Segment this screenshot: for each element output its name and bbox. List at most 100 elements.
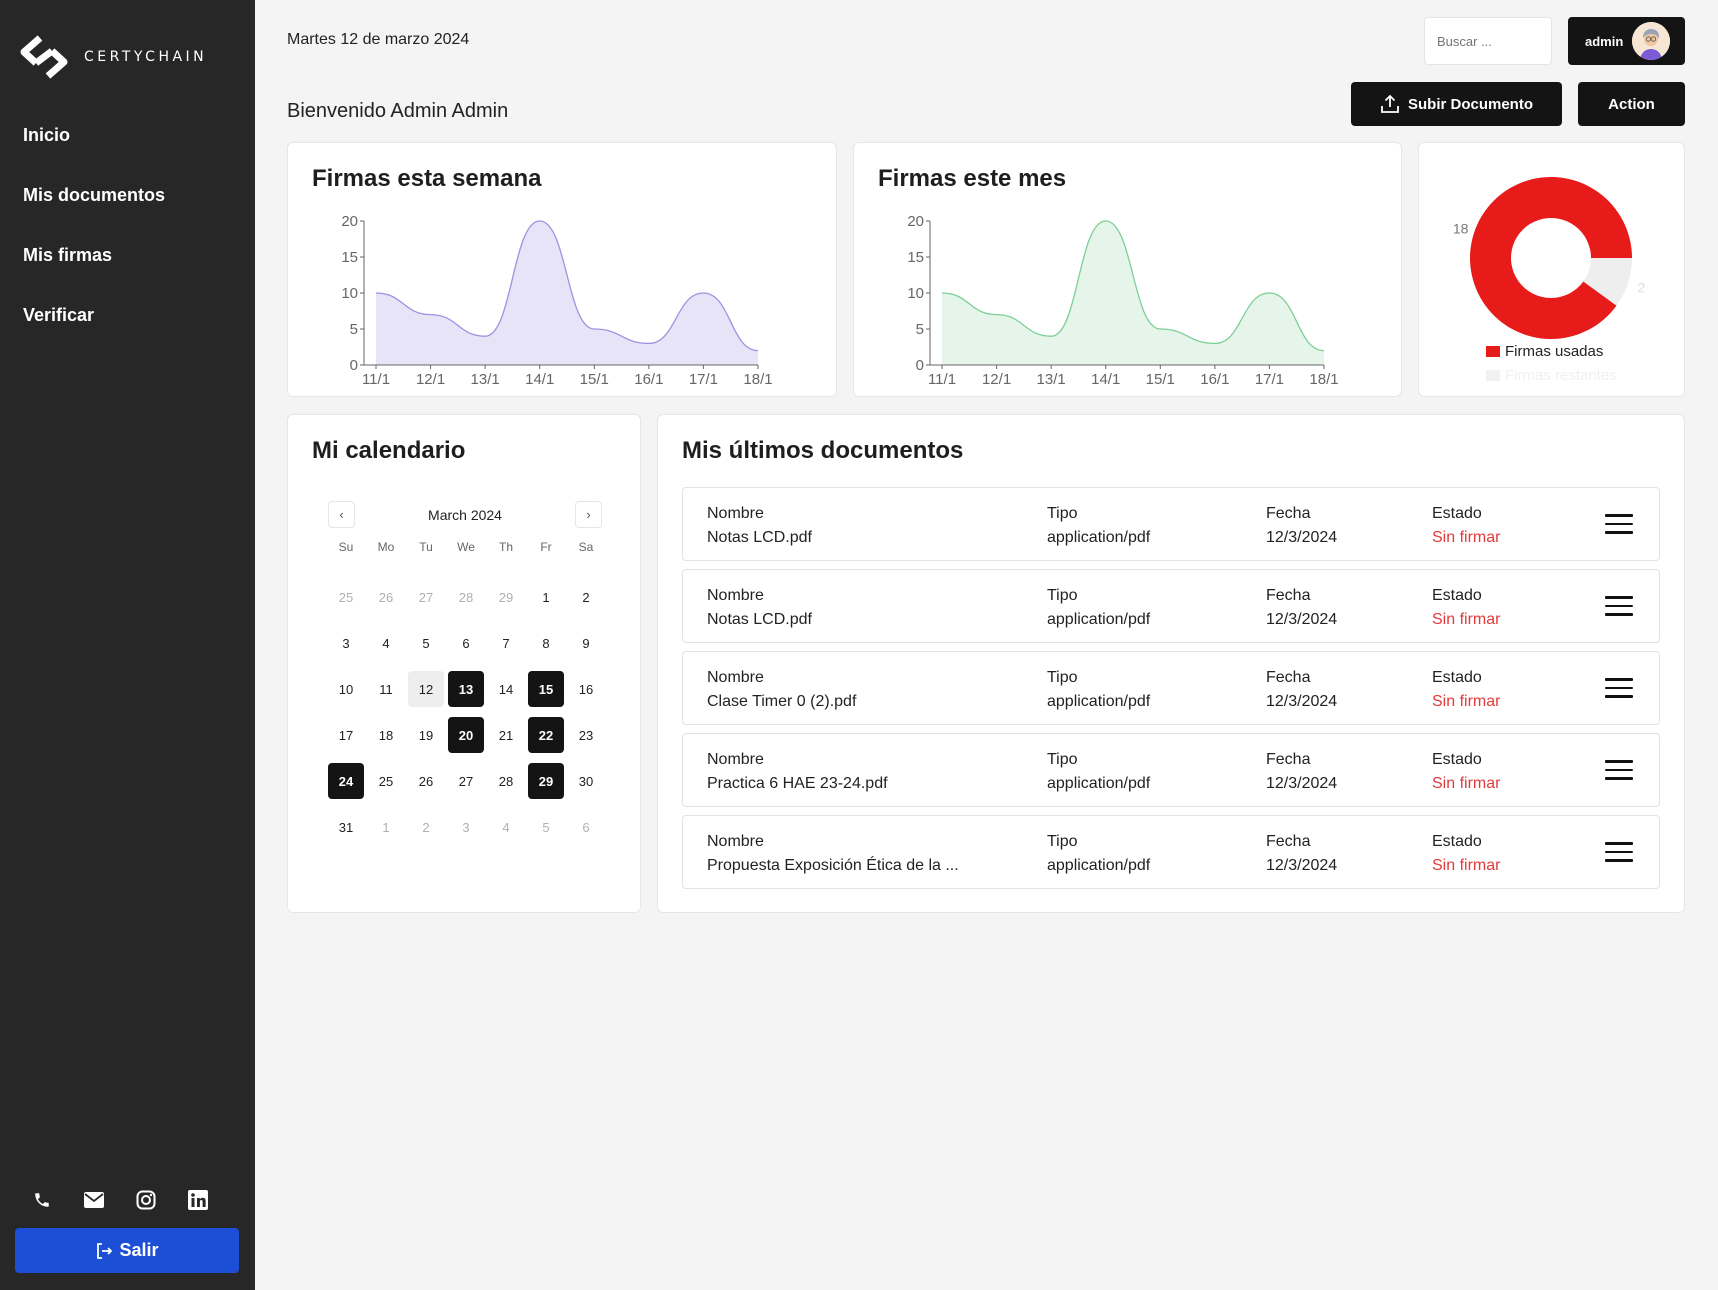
- calendar-day[interactable]: 2: [568, 579, 604, 615]
- calendar-day[interactable]: 1: [368, 809, 404, 845]
- calendar-day[interactable]: 19: [408, 717, 444, 753]
- action-button[interactable]: Action: [1578, 82, 1685, 126]
- calendar-day-selected[interactable]: 29: [528, 763, 564, 799]
- calendar-day[interactable]: 7: [488, 625, 524, 661]
- calendar-day-cell: 28: [446, 574, 486, 620]
- calendar-day[interactable]: 17: [328, 717, 364, 753]
- calendar-day-cell: 8: [526, 620, 566, 666]
- calendar-day[interactable]: 26: [408, 763, 444, 799]
- calendar-day-selected[interactable]: 24: [328, 763, 364, 799]
- instagram-icon[interactable]: [134, 1188, 158, 1212]
- calendar-day[interactable]: 30: [568, 763, 604, 799]
- document-row[interactable]: Nombre Propuesta Exposición Ética de la .…: [682, 815, 1660, 889]
- calendar-day-cell: 1: [526, 574, 566, 620]
- document-menu-icon[interactable]: [1605, 760, 1633, 782]
- calendar-day-cell: 18: [366, 712, 406, 758]
- logout-button[interactable]: Salir: [15, 1228, 239, 1273]
- sidebar-item-mis-documentos[interactable]: Mis documentos: [23, 180, 165, 240]
- month-chart-y-tick-label: 20: [907, 213, 924, 230]
- calendar-day[interactable]: 3: [448, 809, 484, 845]
- calendar-day[interactable]: 2: [408, 809, 444, 845]
- calendar-day[interactable]: 9: [568, 625, 604, 661]
- current-date: Martes 12 de marzo 2024: [287, 31, 470, 48]
- document-row[interactable]: Nombre Clase Timer 0 (2).pdf Tipo applicati…: [682, 651, 1660, 725]
- doc-date-label: Fecha: [1266, 751, 1311, 768]
- signatures-usage-chart: 18 2 Firmas usadas Firmas restantes: [1453, 177, 1645, 384]
- calendar-day[interactable]: 25: [328, 579, 364, 615]
- calendar-day[interactable]: 12: [408, 671, 444, 707]
- brand-logo[interactable]: CERTYCHAIN: [16, 32, 207, 82]
- document-row[interactable]: Nombre Practica 6 HAE 23-24.pdf Tipo applic…: [682, 733, 1660, 807]
- doc-name-label: Nombre: [707, 751, 764, 768]
- month-chart-x-tick-label: 13/1: [1037, 371, 1066, 388]
- calendar-day[interactable]: 18: [368, 717, 404, 753]
- document-menu-icon[interactable]: [1605, 678, 1633, 700]
- document-menu-icon[interactable]: [1605, 842, 1633, 864]
- doc-date-value: 12/3/2024: [1266, 529, 1338, 546]
- doc-status-column: Estado Sin firmar: [1432, 666, 1500, 714]
- calendar-day-cell: 26: [406, 758, 446, 804]
- doc-status-column: Estado Sin firmar: [1432, 584, 1500, 632]
- calendar-day[interactable]: 10: [328, 671, 364, 707]
- calendar-day[interactable]: 1: [528, 579, 564, 615]
- calendar-day[interactable]: 5: [528, 809, 564, 845]
- mail-icon[interactable]: [82, 1188, 106, 1212]
- sidebar-item-mis-firmas[interactable]: Mis firmas: [23, 240, 165, 300]
- prev-month-button[interactable]: ‹: [328, 501, 355, 528]
- doc-status-column: Estado Sin firmar: [1432, 748, 1500, 796]
- sidebar-item-verificar[interactable]: Verificar: [23, 300, 165, 360]
- logout-label: Salir: [119, 1240, 159, 1260]
- calendar-day[interactable]: 27: [448, 763, 484, 799]
- calendar-day-cell: 20: [446, 712, 486, 758]
- doc-type-label: Tipo: [1047, 505, 1078, 522]
- calendar-day-cell: 21: [486, 712, 526, 758]
- calendar-day[interactable]: 21: [488, 717, 524, 753]
- calendar-day[interactable]: 4: [488, 809, 524, 845]
- calendar-day[interactable]: 23: [568, 717, 604, 753]
- calendar-day-selected[interactable]: 15: [528, 671, 564, 707]
- doc-type-column: Tipo application/pdf: [1047, 748, 1150, 796]
- calendar-day[interactable]: 25: [368, 763, 404, 799]
- calendar-day[interactable]: 29: [488, 579, 524, 615]
- week-chart-x-tick-label: 15/1: [580, 371, 609, 388]
- next-month-button[interactable]: ›: [575, 501, 602, 528]
- calendar-day[interactable]: 8: [528, 625, 564, 661]
- user-menu-button[interactable]: admin: [1568, 17, 1685, 65]
- calendar-day-cell: 3: [326, 620, 366, 666]
- upload-document-button[interactable]: Subir Documento: [1351, 82, 1562, 126]
- calendar-day[interactable]: 28: [448, 579, 484, 615]
- calendar-day-selected[interactable]: 13: [448, 671, 484, 707]
- doc-date-label: Fecha: [1266, 505, 1311, 522]
- calendar-day[interactable]: 26: [368, 579, 404, 615]
- sidebar-item-inicio[interactable]: Inicio: [23, 120, 165, 180]
- document-menu-icon[interactable]: [1605, 514, 1633, 536]
- doc-name-column: Nombre Notas LCD.pdf: [707, 502, 812, 550]
- document-row[interactable]: Nombre Notas LCD.pdf Tipo application/pdf Fe…: [682, 569, 1660, 643]
- doc-name-label: Nombre: [707, 505, 764, 522]
- calendar-day[interactable]: 31: [328, 809, 364, 845]
- calendar-day[interactable]: 16: [568, 671, 604, 707]
- linkedin-icon[interactable]: [186, 1188, 210, 1212]
- document-row[interactable]: Nombre Notas LCD.pdf Tipo application/pdf Fe…: [682, 487, 1660, 561]
- calendar-day-selected[interactable]: 22: [528, 717, 564, 753]
- calendar-weekday-label: Th: [498, 540, 513, 554]
- week-chart-x-tick-label: 13/1: [471, 371, 500, 388]
- document-menu-icon[interactable]: [1605, 596, 1633, 618]
- calendar-title: Mi calendario: [312, 437, 466, 464]
- search-input[interactable]: [1424, 17, 1552, 65]
- calendar-header: March 2024 ‹ ›: [328, 501, 602, 529]
- calendar-day[interactable]: 6: [568, 809, 604, 845]
- phone-icon[interactable]: [30, 1188, 54, 1212]
- calendar-day[interactable]: 3: [328, 625, 364, 661]
- calendar-day[interactable]: 5: [408, 625, 444, 661]
- calendar-day[interactable]: 4: [368, 625, 404, 661]
- calendar-day-selected[interactable]: 20: [448, 717, 484, 753]
- calendar-day-cell: 7: [486, 620, 526, 666]
- calendar-day[interactable]: 27: [408, 579, 444, 615]
- calendar-day[interactable]: 6: [448, 625, 484, 661]
- calendar-day[interactable]: 14: [488, 671, 524, 707]
- calendar-day[interactable]: 28: [488, 763, 524, 799]
- calendar-day[interactable]: 11: [368, 671, 404, 707]
- doc-date-label: Fecha: [1266, 833, 1311, 850]
- logout-icon: [97, 1242, 113, 1259]
